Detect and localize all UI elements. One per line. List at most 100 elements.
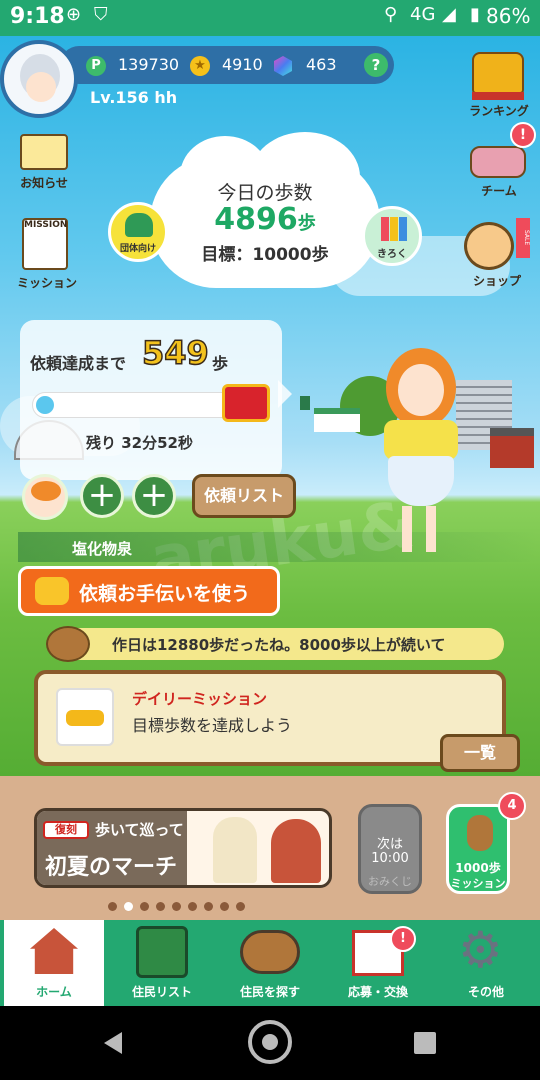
- banner-line1: 歩いて巡って: [95, 821, 184, 839]
- mission-list-button[interactable]: 一覧: [440, 734, 520, 772]
- coins-value: 4910: [222, 55, 263, 74]
- nav-residents[interactable]: 住民リスト: [112, 920, 212, 1006]
- binoculars-icon: [240, 930, 300, 974]
- request-list-button[interactable]: 依頼リスト: [192, 474, 296, 518]
- nav-label: その他: [467, 985, 504, 999]
- progress-fill: [36, 396, 54, 414]
- sync-icon: ⊕: [66, 4, 82, 25]
- status-bar: 9:18 ⊕ ⛉ ⚲ 4G ◢ ▮ 86%: [0, 0, 540, 36]
- nav-label: 住民を探す: [239, 985, 300, 999]
- pager-dot[interactable]: [188, 902, 197, 911]
- character[interactable]: [376, 340, 466, 570]
- system-nav: [0, 1006, 540, 1080]
- clipboard-icon: MISSION: [22, 218, 68, 270]
- mission-medal-icon: [56, 688, 114, 746]
- steps-unit: 歩: [297, 213, 316, 234]
- pager-dot[interactable]: [220, 902, 229, 911]
- gems-value: 463: [306, 55, 337, 74]
- group-icon: [125, 213, 153, 237]
- pager-dot[interactable]: [108, 902, 117, 911]
- house-icon: [30, 928, 78, 974]
- record-button[interactable]: きろく: [362, 206, 422, 266]
- nav-badge: !: [390, 926, 416, 952]
- home-icon[interactable]: [248, 1020, 292, 1064]
- shop-button[interactable]: SALE ショップ: [460, 216, 534, 290]
- banner-line2: 初夏のマーチ: [45, 855, 178, 880]
- pager-dot[interactable]: [124, 902, 133, 911]
- panel-pointer: [278, 380, 292, 408]
- gear-icon: ⚙: [458, 921, 503, 979]
- ranking-button[interactable]: ランキング: [466, 44, 532, 118]
- team-button[interactable]: ! チーム: [466, 122, 536, 202]
- group-label: 団体向け: [119, 244, 156, 254]
- recents-icon[interactable]: [414, 1032, 436, 1054]
- book-icon: [136, 926, 188, 978]
- nav-home[interactable]: ホーム: [4, 920, 104, 1006]
- help-use-button[interactable]: 依頼お手伝いを使う: [18, 566, 280, 616]
- home-scene: aruku& P 139730 ★ 4910 463 ? Lv.156 hh お…: [0, 36, 540, 776]
- back-icon[interactable]: [104, 1032, 122, 1054]
- pager-dot[interactable]: [236, 902, 245, 911]
- bar-chart-icon: [381, 217, 407, 241]
- steps-goal: 目標：10000歩: [201, 245, 329, 265]
- request-progress: [32, 392, 242, 418]
- news-label: お知らせ: [20, 176, 68, 190]
- nav-label: 応募・交換: [347, 985, 408, 999]
- mission-1000-button[interactable]: 1000歩 ミッション: [446, 804, 510, 894]
- pager-dot[interactable]: [156, 902, 165, 911]
- omikuji-time: 10:00: [371, 851, 409, 866]
- daily-mission-card[interactable]: デイリーミッション 目標歩数を達成しよう: [34, 670, 506, 766]
- mission-1000-badge: 4: [498, 792, 526, 820]
- event-banner[interactable]: 復刻 歩いて巡って 初夏のマーチ: [34, 808, 332, 888]
- companion-avatar[interactable]: [22, 474, 68, 520]
- banner-pager[interactable]: [108, 902, 258, 912]
- request-remaining: 残り 32分52秒: [86, 434, 193, 452]
- mission-badge-text: MISSION: [24, 220, 68, 230]
- pager-dot[interactable]: [140, 902, 149, 911]
- ranking-label: ランキング: [469, 104, 529, 118]
- news-button[interactable]: お知らせ: [16, 132, 72, 190]
- sale-tag: SALE: [516, 218, 530, 258]
- points-value: 139730: [118, 55, 180, 74]
- omikuji-button[interactable]: 次は 10:00 おみくじ: [358, 804, 422, 894]
- nav-apply-exchange[interactable]: ! 応募・交換: [328, 920, 428, 1006]
- battery-icon: ▮: [470, 4, 480, 25]
- status-time: 9:18: [10, 4, 65, 29]
- message-ticker: 作日は12880歩だったね。8000歩以上が続いて: [48, 628, 504, 660]
- ticker-text: 作日は12880歩だったね。8000歩以上が続いて: [112, 636, 446, 654]
- tanuki-icon: [467, 815, 493, 851]
- pager-dot[interactable]: [172, 902, 181, 911]
- omikuji-label: おみくじ: [368, 875, 412, 888]
- team-icon: [470, 146, 526, 178]
- team-label: チーム: [481, 184, 517, 198]
- lower-panel: 復刻 歩いて巡って 初夏のマーチ 次は 10:00 おみくじ 1000歩 ミッシ…: [0, 776, 540, 920]
- help-button[interactable]: ?: [364, 53, 388, 77]
- avatar[interactable]: [0, 40, 78, 118]
- nav-find-residents[interactable]: 住民を探す: [220, 920, 320, 1006]
- record-label: きろく: [377, 249, 407, 260]
- request-unit: 歩: [212, 354, 229, 373]
- envelope-icon: [20, 134, 68, 170]
- player-level: Lv.156 hh: [90, 88, 178, 107]
- steps-value: 4896: [214, 202, 298, 237]
- points-icon: P: [86, 56, 106, 76]
- companion-hair: [31, 481, 61, 501]
- signal-icon: ◢: [442, 4, 456, 25]
- mission-label: ミッション: [16, 276, 77, 290]
- crown-band: [472, 92, 524, 100]
- handshake-icon: [35, 577, 69, 605]
- network-type: 4G: [410, 4, 436, 25]
- add-companion-button[interactable]: +: [132, 474, 176, 518]
- treasure-chest-icon[interactable]: [222, 384, 270, 422]
- shield-icon: ⛉: [94, 4, 108, 25]
- mission-button[interactable]: MISSION ミッション: [14, 216, 80, 290]
- omikuji-next: 次は: [376, 837, 403, 852]
- banner-tag: 復刻: [43, 821, 89, 839]
- add-companion-button[interactable]: +: [80, 474, 124, 518]
- team-badge: !: [510, 122, 536, 148]
- shop-icon: [464, 222, 514, 270]
- nav-other[interactable]: ⚙ その他: [436, 920, 536, 1006]
- steps-title: 今日の歩数: [217, 182, 313, 204]
- group-button[interactable]: 団体向け: [108, 202, 168, 262]
- pager-dot[interactable]: [204, 902, 213, 911]
